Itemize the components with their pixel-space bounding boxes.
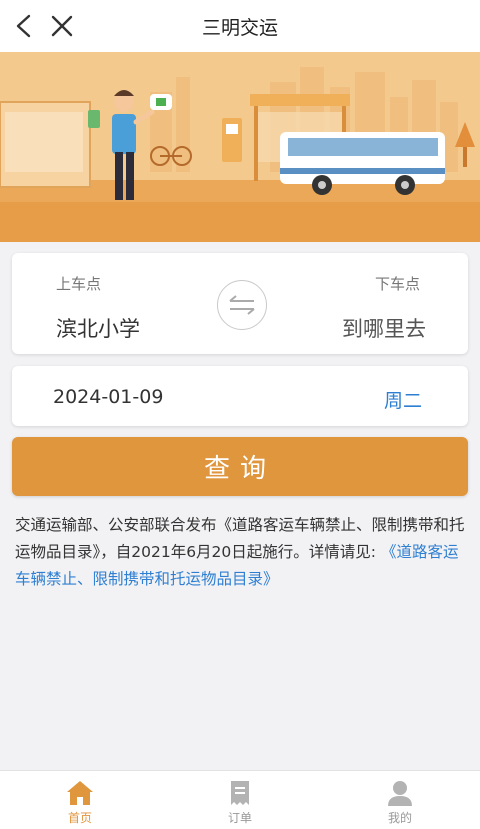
nav-item-home[interactable]: 首页 [0,771,160,829]
dropoff-label: 下车点 [374,275,420,293]
search-button[interactable]: 查询 [12,437,468,496]
nav-label-profile: 我的 [387,811,412,825]
route-card: 上车点 滨北小学 下车点 到哪里去 [12,253,468,354]
user-icon [388,781,412,806]
nav-label-orders: 订单 [227,811,252,825]
date-value: 2024-01-09 [53,386,164,408]
top-bar: 三明交运 [0,0,480,52]
dropoff-field[interactable]: 到哪里去 [342,313,426,343]
nav-item-orders[interactable]: 订单 [160,771,320,829]
close-icon[interactable] [49,13,75,39]
weekday-value: 周二 [383,390,422,412]
nav-item-profile[interactable]: 我的 [320,771,480,829]
notice-text: 交通运输部、公安部联合发布《道路客运车辆禁止、限制携带和托运物品目录》，自202… [15,512,467,593]
swap-button[interactable] [217,280,267,330]
order-icon [231,781,249,805]
back-arrow-icon[interactable] [12,13,38,39]
nav-label-home: 首页 [67,811,92,825]
date-selector[interactable]: 2024-01-09 周二 [12,366,468,426]
banner-illustration [0,52,480,242]
home-icon [67,781,93,805]
swap-arrows-icon [229,295,255,315]
pickup-field[interactable]: 滨北小学 [56,313,140,343]
page-title: 三明交运 [201,16,278,39]
pickup-label: 上车点 [56,275,102,293]
bottom-nav: 首页 订单 我的 [0,770,480,829]
